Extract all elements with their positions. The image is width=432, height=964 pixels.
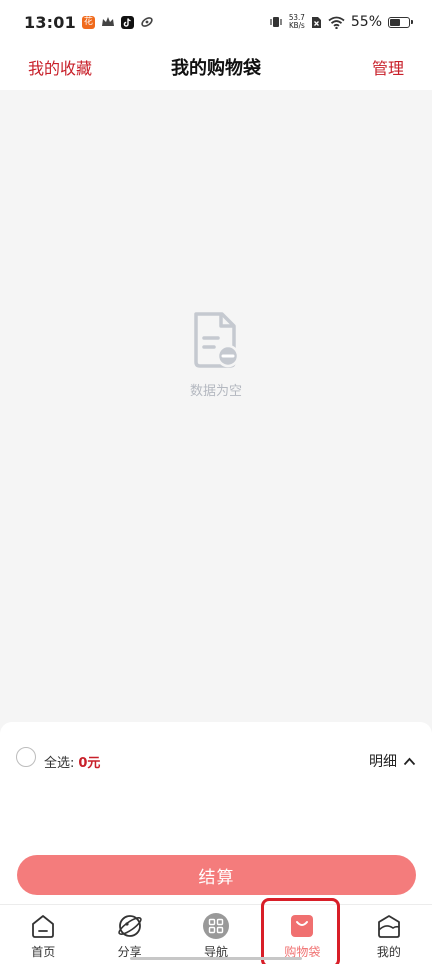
vibrate-icon bbox=[270, 17, 282, 27]
planet-icon bbox=[117, 915, 142, 937]
home-icon bbox=[32, 915, 55, 938]
empty-text: 数据为空 bbox=[189, 384, 242, 399]
crown-icon bbox=[101, 17, 114, 26]
profile-icon bbox=[377, 915, 400, 938]
battery-fill bbox=[390, 18, 400, 26]
wifi-icon bbox=[328, 16, 345, 29]
status-left: 13:01 花 bbox=[24, 13, 154, 32]
checkout-button[interactable]: 结算 bbox=[17, 855, 416, 895]
manage-link[interactable]: 管理 bbox=[372, 55, 404, 79]
tiktok-icon bbox=[120, 15, 134, 29]
tab-profile[interactable]: 我的 bbox=[346, 905, 432, 964]
detail-label: 明细 bbox=[369, 754, 397, 770]
tab-navigation[interactable]: 导航 bbox=[173, 905, 259, 964]
tab-shopping-bag[interactable]: 购物袋 bbox=[259, 905, 345, 964]
select-all-radio[interactable] bbox=[16, 747, 36, 767]
tab-bar: 首页 分享 导航 购物袋 我的 bbox=[0, 904, 432, 964]
status-bar: 13:01 花 53.7 KB/s 55% bbox=[0, 0, 432, 44]
shopping-bag-icon bbox=[291, 915, 314, 937]
net-speed: 53.7 KB/s bbox=[289, 14, 305, 30]
empty-state: 数据为空 bbox=[0, 310, 432, 399]
battery-icon bbox=[388, 16, 413, 28]
status-right: 53.7 KB/s 55% bbox=[269, 14, 413, 30]
detail-toggle[interactable]: 明细 bbox=[369, 751, 416, 771]
battery-percent: 55% bbox=[350, 14, 382, 30]
page-title: 我的购物袋 bbox=[171, 58, 261, 79]
select-all[interactable]: 全选: 0元 bbox=[16, 747, 101, 771]
grid-icon bbox=[203, 913, 230, 939]
no-sim-icon bbox=[311, 16, 321, 28]
app-notification-icon: 花 bbox=[81, 15, 95, 29]
tab-home[interactable]: 首页 bbox=[0, 905, 86, 964]
empty-document-icon bbox=[194, 312, 240, 368]
header: 我的收藏 我的购物袋 管理 bbox=[0, 44, 432, 90]
cart-bottom-panel: 全选: 0元 明细 结算 bbox=[0, 722, 432, 904]
tab-share[interactable]: 分享 bbox=[86, 905, 172, 964]
tab-label: 首页 bbox=[31, 945, 56, 959]
tab-label: 我的 bbox=[376, 945, 401, 959]
my-favorites-link[interactable]: 我的收藏 bbox=[28, 55, 92, 79]
total-amount: 0元 bbox=[78, 755, 101, 771]
sync-icon bbox=[141, 17, 153, 27]
select-all-label: 全选: bbox=[44, 755, 75, 771]
home-indicator[interactable] bbox=[130, 957, 302, 960]
chevron-up-icon bbox=[403, 757, 416, 765]
select-row: 全选: 0元 明细 bbox=[16, 747, 416, 772]
status-time: 13:01 bbox=[24, 12, 76, 32]
net-speed-unit: KB/s bbox=[288, 21, 305, 30]
